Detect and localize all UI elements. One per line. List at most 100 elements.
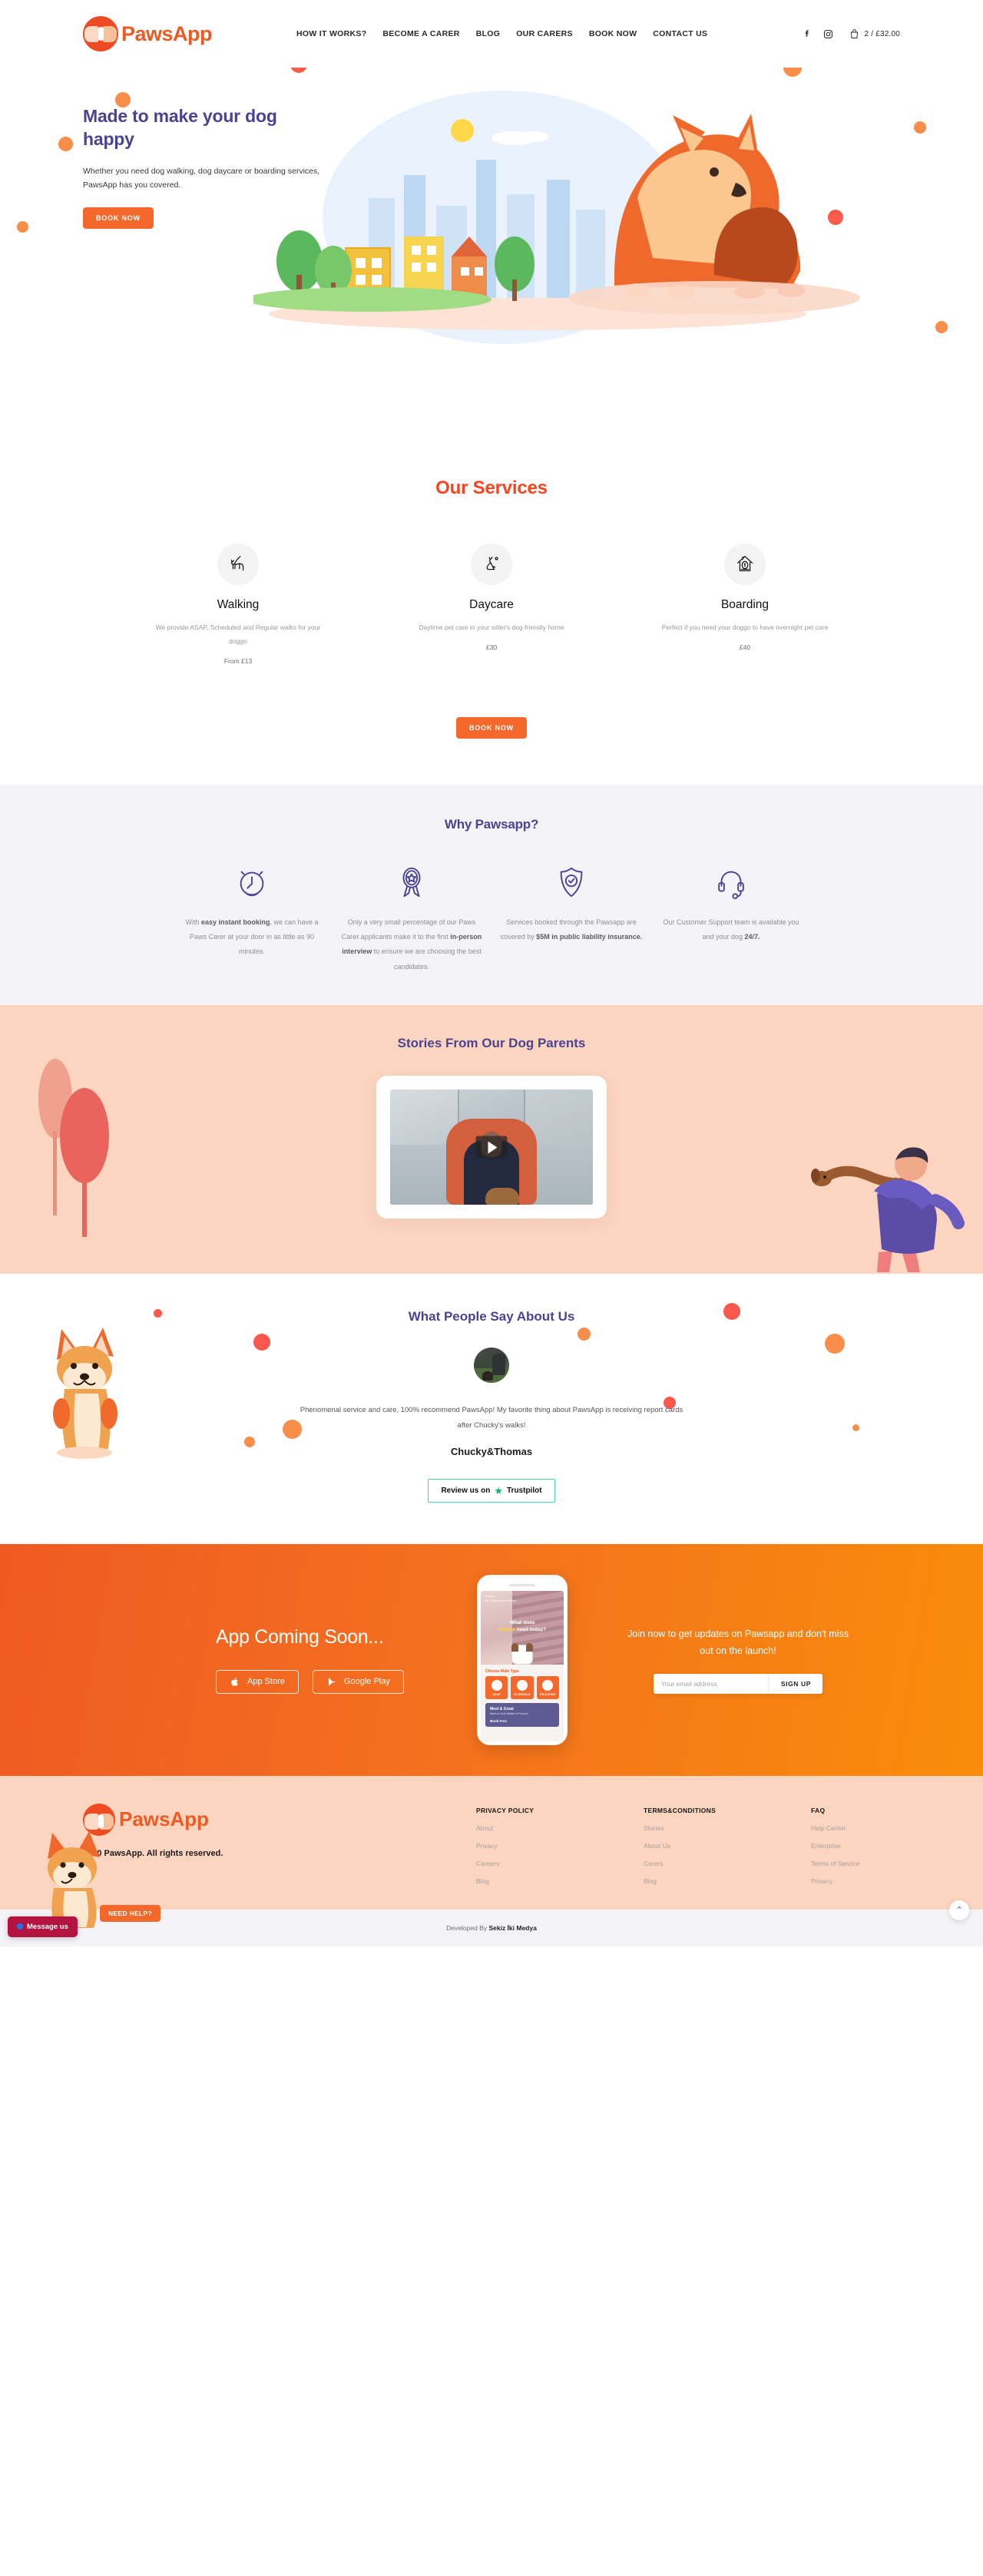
message-us-button[interactable]: Message us (8, 1916, 78, 1937)
phone-screen: London, 11C Cloudly and Rainy What does … (481, 1590, 564, 1741)
google-play-icon (328, 1678, 336, 1686)
services-book-now-button[interactable]: BOOK NOW (456, 716, 527, 739)
service-icon-wrap (724, 544, 766, 585)
newsletter-text: Join now to get updates on Pawsapp and d… (627, 1629, 849, 1656)
shopping-bag-icon (850, 28, 858, 38)
service-card-boarding[interactable]: Boarding Perfect if you need your doggo … (660, 544, 829, 665)
video-thumbnail[interactable] (390, 1090, 593, 1205)
service-desc: We provide ASAP, Scheduled and Regular w… (155, 623, 321, 645)
service-card-walking[interactable]: Walking We provide ASAP, Scheduled and R… (154, 544, 323, 665)
hero-book-now-button[interactable]: BOOK NOW (83, 207, 154, 230)
footer-link-privacy[interactable]: Privacy (476, 1842, 565, 1850)
nav-item-blog[interactable]: BLOG (476, 29, 501, 38)
headset-icon (718, 871, 744, 899)
service-icon-wrap (217, 544, 259, 585)
video-card (376, 1076, 607, 1219)
app-coming-soon-section: App Coming Soon... App Store Google Play (0, 1543, 983, 1776)
services-section: Our Services Walking We provide ASAP, Sc… (0, 444, 983, 785)
nav-item-contact-us[interactable]: CONTACT US (653, 29, 707, 38)
footer-logo-text: PawsApp (119, 1807, 210, 1831)
why-card-vetting: Only a very small percentage of our Paws… (339, 865, 485, 974)
services-cta-wrap: BOOK NOW (0, 702, 983, 739)
footer-link-terms-of-service[interactable]: Terms of Service (811, 1860, 900, 1867)
footer-link-privacy-2[interactable]: Privacy (811, 1877, 900, 1885)
scroll-to-top-button[interactable]: ⌃ (949, 1900, 969, 1920)
why-text: With easy instant booking, we can have a… (185, 918, 319, 956)
footer-link-careers[interactable]: Careers (476, 1860, 565, 1867)
service-name: Walking (217, 598, 260, 611)
nav-item-how-it-works[interactable]: HOW IT WORKS? (296, 29, 366, 38)
cart-total: 2 / £32.00 (864, 29, 900, 38)
hero-illustration (253, 83, 868, 444)
developed-by: Developed By Sekiz İki Medya (446, 1923, 537, 1932)
footer-link-about-us[interactable]: About Us (644, 1842, 733, 1850)
google-play-button[interactable]: Google Play (312, 1669, 404, 1694)
facebook-icon[interactable] (801, 28, 813, 40)
stories-section: Stories From Our Dog Parents (0, 1005, 983, 1275)
footer-copyright: 2020 PawsApp. All rights reserved. (83, 1848, 223, 1858)
award-ribbon-icon (402, 867, 421, 897)
nav-item-become-a-carer[interactable]: BECOME A CARER (382, 29, 459, 38)
app-hero: London, 11C Cloudly and Rainy What does … (481, 1590, 564, 1665)
walk-type-recurring[interactable]: RECURING (536, 1675, 559, 1699)
email-input[interactable] (654, 1673, 770, 1694)
service-price: £40 (739, 643, 751, 651)
footer-link-carers[interactable]: Carers (644, 1860, 733, 1867)
footer-link-enterprise[interactable]: Enterprise (811, 1842, 900, 1850)
apple-icon (231, 1677, 238, 1686)
hero-city-dog-illustration (253, 114, 860, 315)
app-promo-card[interactable]: Meet & Great Meet a Local Walker in Pers… (485, 1702, 559, 1728)
phone-speaker (509, 1583, 535, 1586)
store-buttons: App Store Google Play (216, 1669, 422, 1694)
footer-link-blog[interactable]: Blog (476, 1877, 565, 1885)
dog-sitting-icon (486, 557, 498, 570)
main-nav: HOW IT WORKS? BECOME A CARER BLOG OUR CA… (296, 29, 707, 38)
need-help-badge[interactable]: NEED HELP? (100, 1904, 161, 1922)
schedule-icon (516, 1679, 528, 1691)
play-button[interactable] (475, 1136, 508, 1159)
app-question: What does Rambo need today? (498, 1619, 547, 1632)
walk-type-asap[interactable]: ASAP (485, 1675, 508, 1699)
app-left: App Coming Soon... App Store Google Play (130, 1626, 422, 1694)
footer-column-privacy-policy: PRIVACY POLICY About Privacy Careers Blo… (476, 1807, 565, 1885)
footer-column-heading: FAQ (811, 1806, 826, 1814)
testimonial-quote: Phenomenal service and care, 100% recomm… (300, 1406, 683, 1430)
instagram-icon[interactable] (822, 28, 834, 40)
asap-icon (491, 1679, 502, 1691)
nav-item-book-now[interactable]: BOOK NOW (589, 29, 637, 38)
app-store-button[interactable]: App Store (216, 1669, 299, 1694)
footer-logo[interactable]: PawsApp (83, 1803, 405, 1836)
why-text: Services booked through the Pawsapp are … (500, 918, 643, 941)
chevron-up-icon: ⌃ (955, 1906, 963, 1916)
why-text: Our Customer Support team is available y… (663, 918, 799, 941)
service-name: Boarding (720, 598, 770, 611)
dog-walker-illustration (811, 1147, 965, 1273)
why-card-insurance: Services booked through the Pawsapp are … (498, 865, 644, 974)
why-card-support: Our Customer Support team is available y… (658, 865, 804, 974)
footer-link-help-center[interactable]: Help Center (811, 1824, 900, 1832)
hero-section: Made to make your dog happy Whether you … (0, 68, 983, 444)
app-dog-image (511, 1642, 533, 1665)
site-header: PawsApp HOW IT WORKS? BECOME A CARER BLO… (0, 0, 983, 68)
logo-text: PawsApp (121, 21, 213, 45)
hero-title: Made to make your dog happy (83, 106, 277, 150)
corgi-illustration (53, 1328, 117, 1460)
signup-button[interactable]: SIGN UP (769, 1673, 822, 1694)
footer-link-stories[interactable]: Stories (644, 1824, 733, 1832)
trustpilot-star-icon: ★ (494, 1484, 503, 1496)
service-card-daycare[interactable]: Daycare Daytime pet care in your sitter'… (407, 544, 576, 665)
footer-link-blog-2[interactable]: Blog (644, 1877, 733, 1885)
footer-link-about[interactable]: About (476, 1824, 565, 1832)
trustpilot-review-button[interactable]: Review us on ★ Trustpilot (428, 1478, 555, 1503)
app-location: London, 11C Cloudly and Rainy (485, 1593, 516, 1602)
service-desc: Perfect if you need your doggo to have o… (661, 623, 829, 631)
walk-type-schedule[interactable]: SCHEDULE (511, 1675, 534, 1699)
nav-item-our-carers[interactable]: OUR CARERS (516, 29, 573, 38)
footer-column-faq: FAQ Help Center Enterprise Terms of Serv… (811, 1807, 900, 1885)
logo[interactable]: PawsApp (83, 16, 213, 51)
app-walk-types: ASAP SCHEDULE RECURING (481, 1675, 564, 1699)
stories-title: Stories From Our Dog Parents (397, 1036, 586, 1051)
app-title: App Coming Soon... (216, 1625, 384, 1648)
alarm-clock-icon (240, 871, 264, 896)
cart[interactable]: 2 / £32.00 (849, 28, 900, 40)
